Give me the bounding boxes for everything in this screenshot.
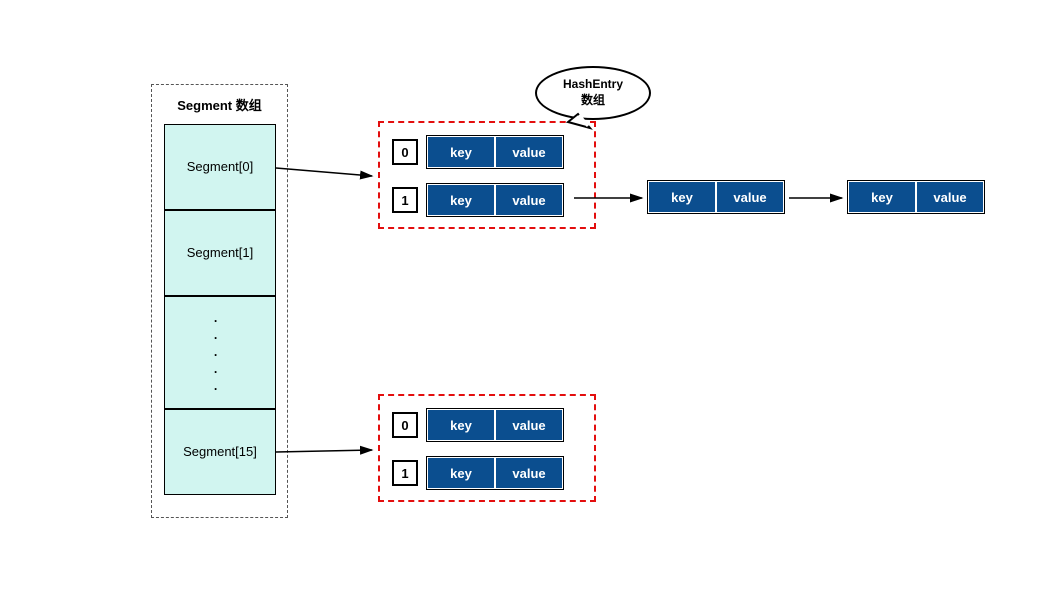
value-cell: value xyxy=(495,409,563,441)
he2-idx-1: 1 xyxy=(392,460,418,486)
he1-idx-0: 0 xyxy=(392,139,418,165)
segment-array-title: Segment 数组 xyxy=(152,95,287,114)
he2-row-1: 1 key value xyxy=(392,456,564,490)
he1-kv-1: key value xyxy=(426,183,564,217)
key-cell: key xyxy=(848,181,916,213)
he1-row-0: 0 key value xyxy=(392,135,564,169)
segment-cell-dots-label: ． ． ． ． ． xyxy=(212,310,227,394)
hashentry-callout-bubble: HashEntry 数组 xyxy=(535,66,651,120)
segment-cell-0: Segment[0] xyxy=(164,124,276,210)
he2-kv-0: key value xyxy=(426,408,564,442)
hashentry-callout-text: HashEntry 数组 xyxy=(563,77,623,108)
segment-cell-0-label: Segment[0] xyxy=(187,159,254,176)
value-cell: value xyxy=(916,181,984,213)
segment-array-container: Segment 数组 Segment[0] Segment[1] ． ． ． ．… xyxy=(151,84,288,518)
key-cell: key xyxy=(427,136,495,168)
he1-row-1: 1 key value xyxy=(392,183,564,217)
value-cell: value xyxy=(495,136,563,168)
key-cell: key xyxy=(648,181,716,213)
segment-cell-1-label: Segment[1] xyxy=(187,245,254,262)
key-cell: key xyxy=(427,457,495,489)
hashentry-box-top: 0 key value 1 key value xyxy=(378,121,596,229)
he2-idx-0: 0 xyxy=(392,412,418,438)
hashentry-box-bottom: 0 key value 1 key value xyxy=(378,394,596,502)
chain-node-2: key value xyxy=(847,180,985,214)
value-cell: value xyxy=(495,184,563,216)
he2-kv-1: key value xyxy=(426,456,564,490)
key-cell: key xyxy=(427,184,495,216)
segment-cell-15-label: Segment[15] xyxy=(183,444,257,461)
segment-cell-dots: ． ． ． ． ． xyxy=(164,296,276,409)
value-cell: value xyxy=(716,181,784,213)
chain-node-1: key value xyxy=(647,180,785,214)
segment-cell-15: Segment[15] xyxy=(164,409,276,495)
he2-row-0: 0 key value xyxy=(392,408,564,442)
he1-kv-0: key value xyxy=(426,135,564,169)
he1-idx-1: 1 xyxy=(392,187,418,213)
key-cell: key xyxy=(427,409,495,441)
value-cell: value xyxy=(495,457,563,489)
segment-cell-1: Segment[1] xyxy=(164,210,276,296)
